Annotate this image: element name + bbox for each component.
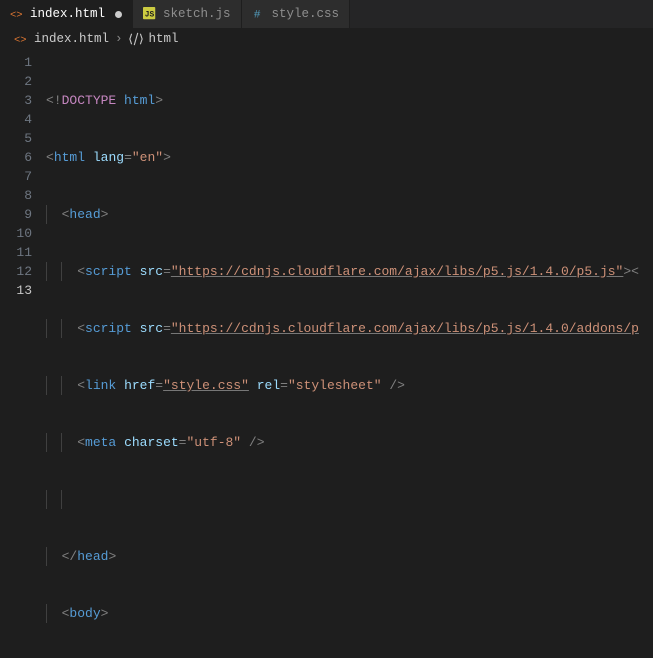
- line-number: 13: [0, 281, 32, 300]
- breadcrumb-file: index.html: [34, 32, 109, 46]
- code-line[interactable]: <script src="https://cdnjs.cloudflare.co…: [46, 262, 653, 281]
- code-line[interactable]: <body>: [46, 604, 653, 623]
- line-number: 3: [0, 91, 32, 110]
- line-number: 2: [0, 72, 32, 91]
- svg-text:<>: <>: [14, 35, 27, 47]
- line-number: 6: [0, 148, 32, 167]
- line-number: 7: [0, 167, 32, 186]
- code-area[interactable]: <!DOCTYPE html> <html lang="en"> <head> …: [46, 50, 653, 658]
- line-number: 12: [0, 262, 32, 281]
- line-number: 4: [0, 110, 32, 129]
- line-number: 1: [0, 53, 32, 72]
- line-number: 9: [0, 205, 32, 224]
- code-editor[interactable]: 1 2 3 4 5 6 7 8 9 10 11 12 13 <!DOCTYPE …: [0, 50, 653, 658]
- svg-text:#: #: [253, 10, 260, 22]
- code-line[interactable]: <head>: [46, 205, 653, 224]
- code-line[interactable]: <script src="https://cdnjs.cloudflare.co…: [46, 319, 653, 338]
- tab-label: style.css: [272, 7, 340, 21]
- tab-bar: <> index.html JS sketch.js # style.css: [0, 0, 653, 28]
- html-file-icon: <>: [14, 32, 28, 46]
- tab-sketch-js[interactable]: JS sketch.js: [133, 0, 242, 28]
- tab-index-html[interactable]: <> index.html: [0, 0, 133, 28]
- code-line[interactable]: [46, 490, 653, 509]
- svg-text:<>: <>: [10, 10, 23, 22]
- line-number: 5: [0, 129, 32, 148]
- code-line[interactable]: <meta charset="utf-8" />: [46, 433, 653, 452]
- svg-text:JS: JS: [145, 11, 155, 20]
- breadcrumb-symbol: html: [149, 32, 179, 46]
- line-number: 10: [0, 224, 32, 243]
- tab-label: index.html: [30, 7, 105, 21]
- symbol-icon: [129, 32, 143, 46]
- code-line[interactable]: </head>: [46, 547, 653, 566]
- modified-indicator-icon: [115, 11, 122, 18]
- code-line[interactable]: <link href="style.css" rel="stylesheet" …: [46, 376, 653, 395]
- tab-style-css[interactable]: # style.css: [242, 0, 351, 28]
- js-file-icon: JS: [143, 7, 157, 21]
- breadcrumb[interactable]: <> index.html › html: [0, 28, 653, 50]
- tab-label: sketch.js: [163, 7, 231, 21]
- html-file-icon: <>: [10, 7, 24, 21]
- line-number-gutter: 1 2 3 4 5 6 7 8 9 10 11 12 13: [0, 50, 46, 658]
- code-line[interactable]: <!DOCTYPE html>: [46, 91, 653, 110]
- code-line[interactable]: <html lang="en">: [46, 148, 653, 167]
- css-file-icon: #: [252, 7, 266, 21]
- line-number: 8: [0, 186, 32, 205]
- chevron-right-icon: ›: [115, 32, 123, 46]
- line-number: 11: [0, 243, 32, 262]
